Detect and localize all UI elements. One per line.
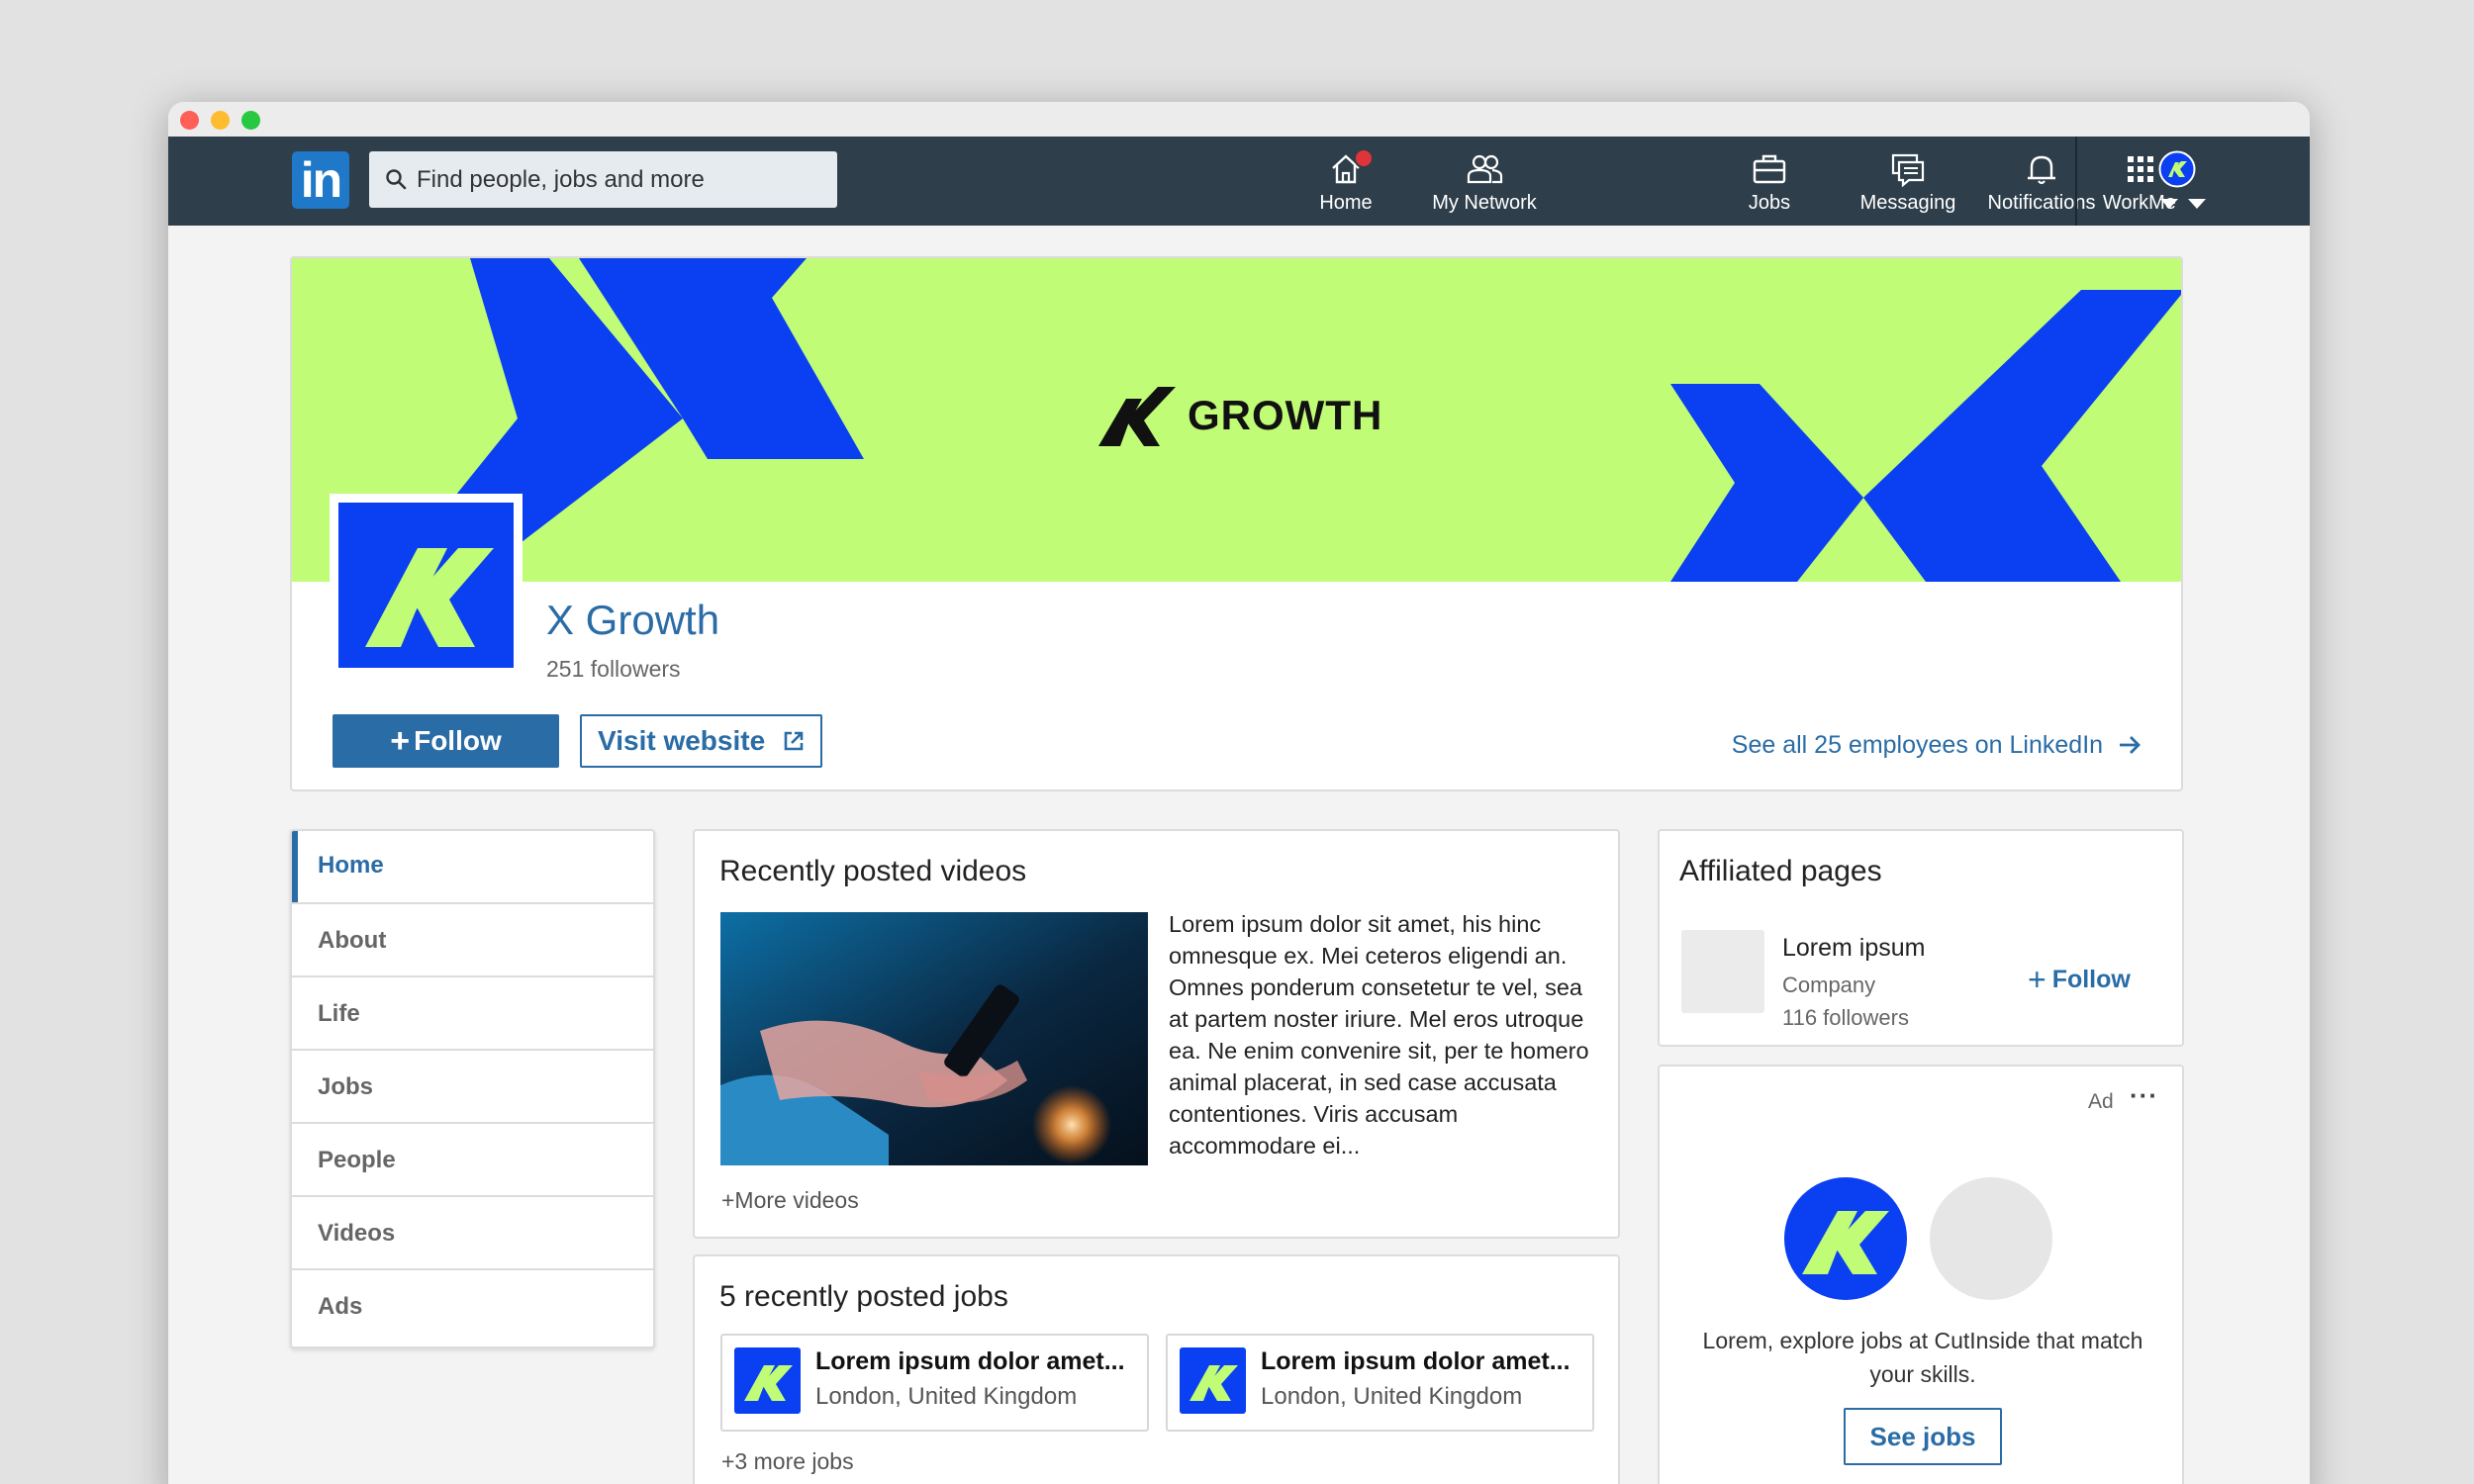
follow-button-label: Follow [414, 724, 502, 756]
job-location: London, United Kingdom [1261, 1383, 1523, 1410]
affiliated-company-name[interactable]: Lorem ipsum [1782, 934, 1926, 963]
affiliated-company-followers: 116 followers [1782, 1005, 1909, 1030]
company-header-card: GROWTH X Growth 251 followers + Follow Vi… [290, 256, 2183, 791]
ad-text: Lorem, explore jobs at CutInside that ma… [1702, 1328, 2143, 1387]
browser-window: in Home My Network Jobs Messaging Notifi… [168, 102, 2310, 1484]
side-menu-videos[interactable]: Videos [292, 1195, 653, 1268]
job-card[interactable]: Lorem ipsum dolor amet... London, United… [1166, 1334, 1594, 1432]
follow-button[interactable]: + Follow [333, 714, 559, 768]
recent-jobs-title: 5 recently posted jobs [719, 1280, 1008, 1313]
side-menu-jobs[interactable]: Jobs [292, 1049, 653, 1122]
x-growth-logo-icon [1098, 387, 1176, 446]
briefcase-icon [1753, 154, 1786, 184]
nav-home[interactable]: Home [1296, 144, 1395, 220]
video-thumbnail[interactable] [720, 912, 1148, 1165]
video-description: Lorem ipsum dolor sit amet, his hinc omn… [1169, 911, 1589, 1159]
title-bar [168, 102, 2310, 137]
nav-divider [2075, 137, 2077, 226]
nav-home-label: Home [1319, 192, 1373, 214]
banner-wordmark-text: GROWTH [1188, 392, 1383, 438]
external-link-icon [784, 731, 804, 751]
company-logo [330, 494, 523, 677]
banner-x-graphic-right [1670, 290, 2181, 582]
job-title: Lorem ipsum dolor amet... [815, 1347, 1125, 1375]
side-menu-life[interactable]: Life [292, 975, 653, 1049]
cover-banner: GROWTH [292, 258, 2181, 582]
nav-my-network-label: My Network [1432, 192, 1537, 214]
close-window-button[interactable] [180, 111, 199, 130]
user-avatar-placeholder [1930, 1177, 2052, 1300]
affiliated-pages-title: Affiliated pages [1679, 855, 1882, 887]
job-title: Lorem ipsum dolor amet... [1261, 1347, 1570, 1375]
side-menu-people[interactable]: People [292, 1122, 653, 1195]
company-name: X Growth [546, 597, 720, 643]
more-videos-link[interactable]: +More videos [721, 1187, 859, 1214]
notification-badge [1354, 148, 1374, 168]
nav-jobs[interactable]: Jobs [1725, 144, 1814, 220]
affiliated-follow-button[interactable]: + Follow [2028, 962, 2131, 998]
plus-icon: + [2028, 962, 2046, 997]
nav-work[interactable]: Work [2093, 144, 2188, 220]
chevron-down-icon [2187, 198, 2206, 209]
minimize-window-button[interactable] [211, 111, 230, 130]
nav-my-network[interactable]: My Network [1410, 144, 1559, 220]
ad-label: Ad [2088, 1090, 2114, 1113]
affiliated-company-logo[interactable] [1681, 930, 1764, 1013]
more-options-icon[interactable]: ··· [2130, 1080, 2158, 1111]
side-menu-about[interactable]: About [292, 902, 653, 975]
company-x-logo-icon [1784, 1177, 1907, 1300]
messaging-icon [1891, 153, 1925, 188]
side-menu-ads[interactable]: Ads [292, 1268, 653, 1342]
plus-icon: + [390, 721, 411, 760]
affiliated-pages-card: Affiliated pages Lorem ipsum Company 116… [1658, 829, 2184, 1047]
arrow-right-icon [2120, 736, 2141, 754]
banner-wordmark: GROWTH [1098, 385, 1382, 446]
nav-notifications-label: Notifications [1987, 192, 2096, 214]
see-all-employees-label: See all 25 employees on LinkedIn [1731, 731, 2104, 759]
side-menu-home[interactable]: Home [292, 831, 653, 902]
nav-work-label: Work [2102, 192, 2149, 214]
job-card[interactable]: Lorem ipsum dolor amet... London, United… [720, 1334, 1149, 1432]
search-box[interactable] [369, 151, 837, 208]
company-followers: 251 followers [546, 656, 681, 682]
company-x-logo-icon [338, 503, 514, 668]
recent-videos-card: Recently posted videos Lorem ipsum dolor… [693, 829, 1620, 1239]
see-jobs-button[interactable]: See jobs [1844, 1408, 2002, 1465]
nav-notifications[interactable]: Notifications [1977, 144, 2106, 220]
recent-jobs-card: 5 recently posted jobs Lorem ipsum dolor… [693, 1254, 1620, 1484]
visit-website-label: Visit website [598, 725, 766, 756]
visit-website-button[interactable]: Visit website [580, 714, 822, 768]
linkedin-logo-icon[interactable]: in [292, 151, 349, 209]
more-jobs-link[interactable]: +3 more jobs [721, 1448, 854, 1475]
network-icon [1467, 154, 1503, 184]
recent-videos-title: Recently posted videos [719, 855, 1027, 887]
ad-card: Ad ··· Lorem, explore jobs at CutInside … [1658, 1065, 2184, 1484]
see-all-employees-link[interactable]: See all 25 employees on LinkedIn [1732, 731, 2141, 760]
nav-messaging-label: Messaging [1859, 192, 1956, 214]
nav-messaging[interactable]: Messaging [1851, 144, 1965, 220]
search-icon [386, 169, 407, 190]
company-x-logo-icon [734, 1347, 801, 1414]
bell-icon [2028, 155, 2055, 185]
nav-jobs-label: Jobs [1748, 192, 1791, 214]
top-nav-bar: in Home My Network Jobs Messaging Notifi… [168, 137, 2310, 226]
search-input[interactable] [417, 151, 822, 208]
side-menu: Home About Life Jobs People Videos Ads [290, 829, 655, 1348]
affiliated-follow-label: Follow [2051, 966, 2131, 993]
company-x-logo-icon [1180, 1347, 1246, 1414]
chevron-down-icon [2160, 198, 2179, 209]
affiliated-company-type: Company [1782, 973, 1876, 997]
job-location: London, United Kingdom [815, 1383, 1078, 1410]
grid-icon [2128, 156, 2153, 182]
maximize-window-button[interactable] [241, 111, 260, 130]
